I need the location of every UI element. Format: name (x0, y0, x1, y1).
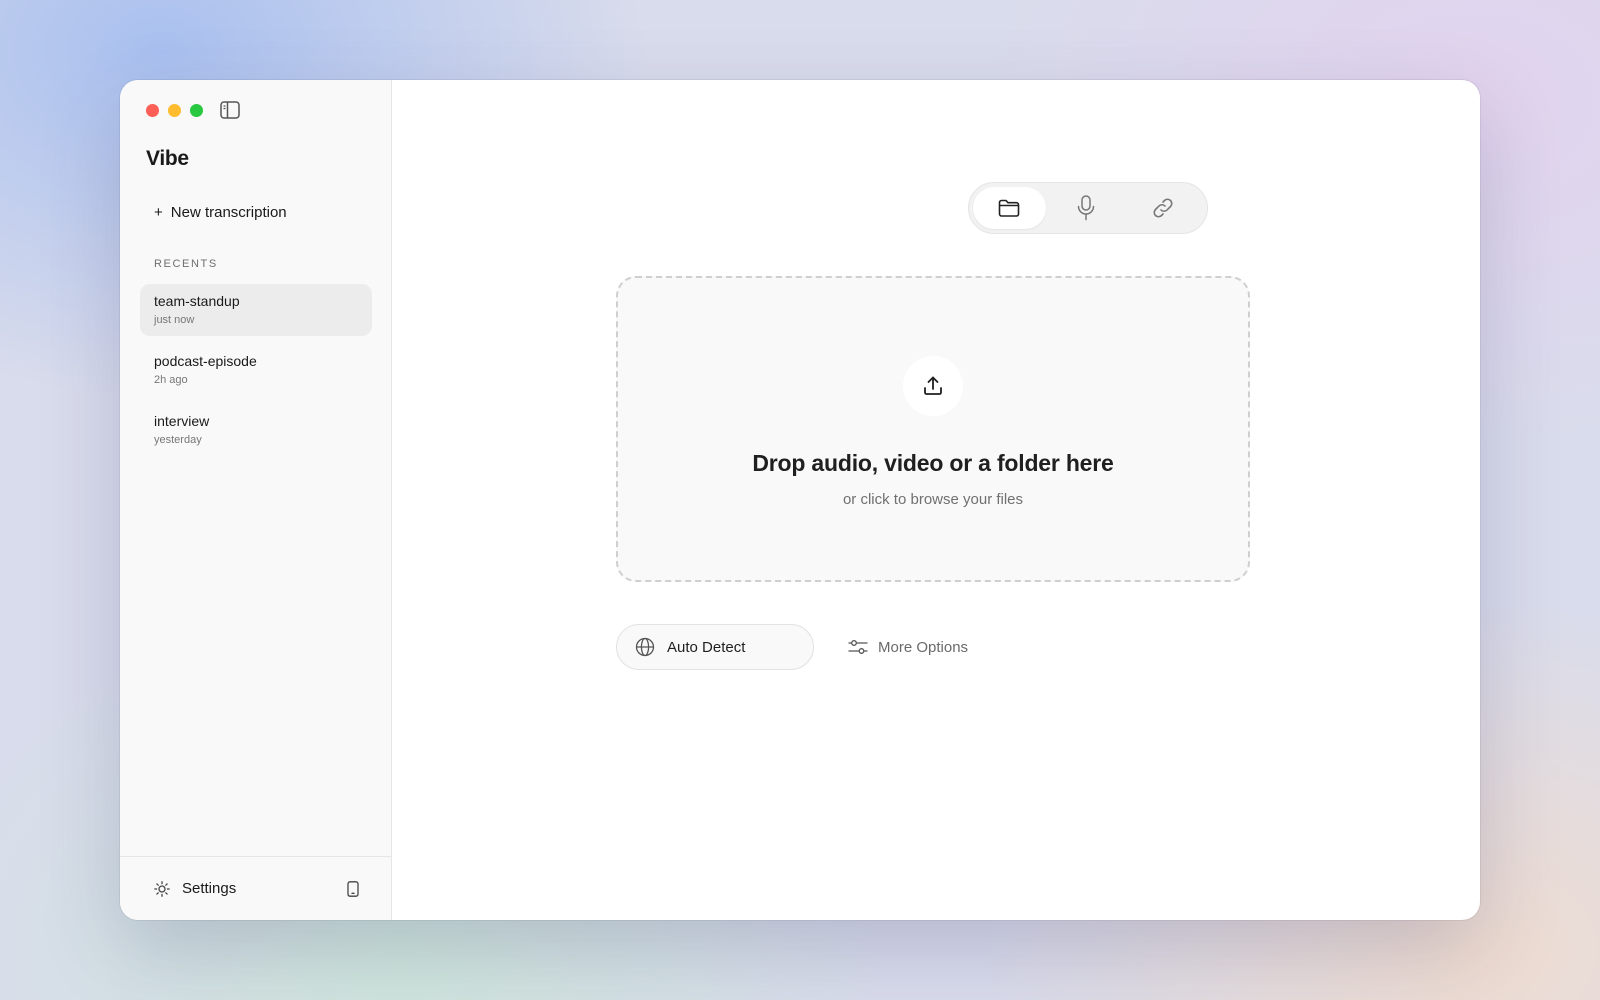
maximize-window-button[interactable] (190, 104, 203, 117)
recents-heading: RECENTS (154, 258, 218, 270)
new-transcription-label: New transcription (170, 203, 287, 221)
mode-file-button[interactable] (973, 187, 1046, 229)
more-options-label: More Options (878, 638, 969, 656)
recent-item-interview[interactable]: interview yesterday (140, 404, 372, 456)
recent-item-team-standup[interactable]: team-standup just now (140, 284, 372, 336)
mode-record-button[interactable] (1050, 187, 1123, 229)
recent-item-name: interview (154, 413, 210, 429)
language-select[interactable]: Auto Detect (616, 624, 814, 670)
recent-item-time: yesterday (154, 434, 202, 446)
sidebar: Vibe + New transcription RECENTS team-st… (120, 80, 392, 920)
recent-item-time: 2h ago (154, 374, 188, 386)
link-icon (1152, 197, 1174, 219)
file-dropzone[interactable]: Drop audio, video or a folder here or cl… (616, 276, 1250, 582)
more-options-button[interactable]: More Options (848, 624, 968, 670)
recent-item-name: podcast-episode (154, 353, 257, 369)
sliders-icon (848, 638, 868, 656)
close-window-button[interactable] (146, 104, 159, 117)
plus-icon: + (154, 203, 163, 221)
input-mode-switch (968, 182, 1208, 234)
phone-icon[interactable] (345, 880, 361, 898)
recents-list: team-standup just now podcast-episode 2h… (140, 284, 372, 464)
recent-item-name: team-standup (154, 293, 240, 309)
sun-icon (154, 880, 170, 897)
microphone-icon (1076, 195, 1096, 221)
mode-link-button[interactable] (1126, 187, 1199, 229)
sidebar-footer: Settings (120, 856, 391, 920)
settings-button[interactable]: Settings (154, 880, 236, 897)
dropzone-title: Drop audio, video or a folder here (752, 450, 1114, 476)
main-content: Drop audio, video or a folder here or cl… (392, 80, 1480, 920)
minimize-window-button[interactable] (168, 104, 181, 117)
window-controls (146, 104, 203, 117)
upload-icon (903, 356, 963, 416)
new-transcription-button[interactable]: + New transcription (146, 198, 295, 226)
language-value: Auto Detect (667, 638, 746, 656)
app-title: Vibe (146, 147, 189, 170)
app-window: Vibe + New transcription RECENTS team-st… (120, 80, 1480, 920)
sidebar-toggle-icon[interactable] (220, 101, 240, 119)
dropzone-subtitle: or click to browse your files (842, 491, 1024, 508)
recent-item-time: just now (154, 314, 195, 326)
globe-icon (635, 637, 655, 657)
recent-item-podcast-episode[interactable]: podcast-episode 2h ago (140, 344, 372, 396)
settings-label: Settings (182, 880, 237, 897)
folder-icon (998, 199, 1020, 217)
